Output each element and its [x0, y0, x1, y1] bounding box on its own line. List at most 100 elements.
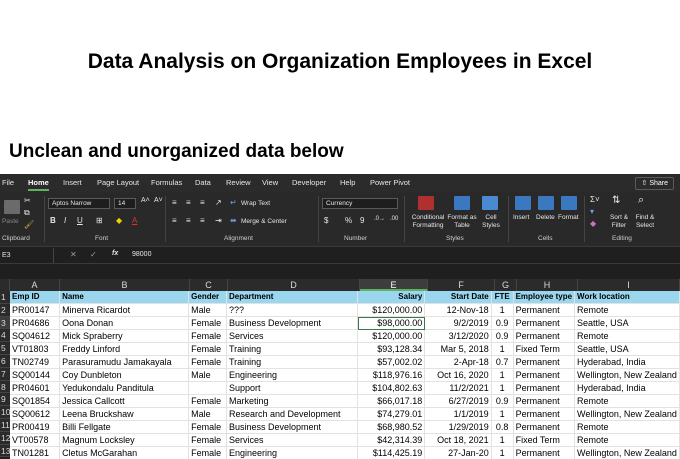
- table-cell[interactable]: SQ01854: [10, 394, 61, 409]
- table-cell[interactable]: Services: [226, 329, 359, 344]
- header-cell-start-date[interactable]: Start Date: [424, 291, 492, 305]
- column-header-h[interactable]: H: [517, 279, 578, 291]
- table-cell[interactable]: Permanent: [513, 407, 576, 422]
- table-cell[interactable]: Magnum Locksley: [59, 433, 190, 448]
- table-cell[interactable]: TN01281: [10, 446, 61, 459]
- row-header[interactable]: 2: [0, 304, 10, 317]
- table-cell[interactable]: 1: [491, 368, 514, 383]
- table-cell[interactable]: 1: [491, 407, 514, 422]
- table-cell[interactable]: $68,980.52: [357, 420, 426, 435]
- formula-input[interactable]: 98000: [132, 251, 151, 258]
- format-as-table-button[interactable]: Format as Table: [446, 214, 478, 230]
- align-middle-icon[interactable]: ≡: [186, 198, 191, 207]
- table-cell[interactable]: 9/2/2019: [424, 316, 492, 331]
- row-header[interactable]: 3: [0, 316, 10, 330]
- align-center-icon[interactable]: ≡: [186, 216, 191, 225]
- insert-function-button[interactable]: fx: [112, 250, 118, 257]
- table-cell[interactable]: Cletus McGarahan: [59, 446, 190, 459]
- cell-styles-button[interactable]: Cell Styles: [478, 214, 504, 230]
- find-select-button[interactable]: Find & Select: [632, 214, 658, 230]
- table-cell[interactable]: Training: [226, 355, 359, 370]
- table-cell[interactable]: Engineering: [226, 368, 359, 383]
- column-header-b[interactable]: B: [60, 279, 190, 291]
- table-cell[interactable]: Marketing: [226, 394, 359, 409]
- tab-view[interactable]: View: [262, 178, 278, 187]
- table-cell[interactable]: Permanent: [513, 355, 576, 370]
- row-header[interactable]: 6: [0, 355, 10, 368]
- table-cell[interactable]: Freddy Linford: [59, 342, 190, 357]
- table-cell[interactable]: Billi Fellgate: [59, 420, 190, 435]
- table-cell[interactable]: ???: [226, 303, 359, 318]
- tab-file[interactable]: File: [2, 178, 14, 187]
- tab-power-pivot[interactable]: Power Pivot: [370, 178, 410, 187]
- table-cell[interactable]: Remote: [574, 303, 680, 318]
- format-cells-button[interactable]: Format: [558, 214, 579, 221]
- increase-decimal-icon[interactable]: .0→: [374, 216, 385, 222]
- table-cell[interactable]: PR04686: [10, 316, 61, 331]
- table-cell[interactable]: Seattle, USA: [574, 316, 680, 331]
- table-cell[interactable]: 27-Jan-20: [424, 446, 492, 459]
- table-cell[interactable]: Oona Donan: [59, 316, 190, 331]
- select-all-corner[interactable]: [0, 279, 10, 291]
- table-cell[interactable]: Permanent: [513, 446, 576, 459]
- table-cell[interactable]: Female: [188, 420, 227, 435]
- table-cell[interactable]: Female: [188, 342, 227, 357]
- table-cell[interactable]: SQ00144: [10, 368, 61, 383]
- table-cell[interactable]: Engineering: [226, 446, 359, 459]
- table-cell[interactable]: 1/1/2019: [424, 407, 492, 422]
- table-cell[interactable]: Business Development: [226, 316, 359, 331]
- row-header[interactable]: 9: [0, 393, 10, 407]
- table-cell[interactable]: 0.9: [491, 329, 514, 344]
- underline-button[interactable]: U: [77, 216, 83, 225]
- table-cell[interactable]: Oct 18, 2021: [424, 433, 492, 448]
- table-cell[interactable]: 0.9: [491, 316, 514, 331]
- tab-formulas[interactable]: Formulas: [151, 178, 182, 187]
- row-header[interactable]: 1: [0, 291, 10, 304]
- table-cell[interactable]: 6/27/2019: [424, 394, 492, 409]
- table-cell[interactable]: PR00147: [10, 303, 61, 318]
- table-cell[interactable]: $114,425.19: [357, 446, 426, 459]
- table-cell[interactable]: Female: [188, 316, 227, 331]
- table-cell[interactable]: TN02749: [10, 355, 61, 370]
- cancel-icon[interactable]: ✕: [70, 250, 77, 259]
- clear-icon[interactable]: ◆: [590, 219, 596, 228]
- table-cell[interactable]: $104,802.63: [357, 381, 426, 396]
- header-cell-salary[interactable]: Salary: [357, 291, 426, 305]
- enter-icon[interactable]: ✓: [90, 250, 97, 259]
- table-cell[interactable]: 1: [491, 303, 514, 318]
- table-cell[interactable]: Leena Bruckshaw: [59, 407, 190, 422]
- table-cell[interactable]: VT01803: [10, 342, 61, 357]
- column-header-d[interactable]: D: [228, 279, 360, 291]
- table-cell[interactable]: Male: [188, 368, 227, 383]
- copy-icon[interactable]: ⧉: [24, 208, 30, 218]
- table-cell[interactable]: Permanent: [513, 420, 576, 435]
- table-cell[interactable]: $120,000.00: [357, 329, 426, 344]
- table-cell[interactable]: Female: [188, 446, 227, 459]
- table-cell[interactable]: $66,017.18: [357, 394, 426, 409]
- table-cell[interactable]: Permanent: [513, 368, 576, 383]
- table-cell[interactable]: Male: [188, 407, 227, 422]
- paste-icon[interactable]: [4, 200, 20, 214]
- number-format-dropdown[interactable]: Currency: [322, 198, 398, 209]
- header-cell-employee-type[interactable]: Employee type: [513, 291, 576, 305]
- table-cell[interactable]: Hyderabad, India: [574, 355, 680, 370]
- row-header[interactable]: 11: [0, 419, 10, 432]
- align-left-icon[interactable]: ≡: [172, 216, 177, 225]
- table-cell[interactable]: $98,000.00: [357, 316, 426, 331]
- table-cell[interactable]: Remote: [574, 394, 680, 409]
- wrap-text-button[interactable]: Wrap Text: [241, 200, 270, 207]
- table-cell[interactable]: $42,314.39: [357, 433, 426, 448]
- table-cell[interactable]: Wellington, New Zealand: [574, 407, 680, 422]
- currency-button[interactable]: $: [324, 216, 328, 225]
- share-button[interactable]: ⇧ Share: [635, 177, 674, 190]
- increase-font-icon[interactable]: A˄: [141, 197, 150, 204]
- table-cell[interactable]: 1: [491, 381, 514, 396]
- table-cell[interactable]: 0.9: [491, 394, 514, 409]
- table-cell[interactable]: 0.8: [491, 420, 514, 435]
- font-size-dropdown[interactable]: 14: [114, 198, 136, 209]
- table-cell[interactable]: Female: [188, 433, 227, 448]
- table-cell[interactable]: Business Development: [226, 420, 359, 435]
- italic-button[interactable]: I: [64, 216, 66, 225]
- table-cell[interactable]: 11/2/2021: [424, 381, 492, 396]
- row-header[interactable]: 7: [0, 368, 10, 381]
